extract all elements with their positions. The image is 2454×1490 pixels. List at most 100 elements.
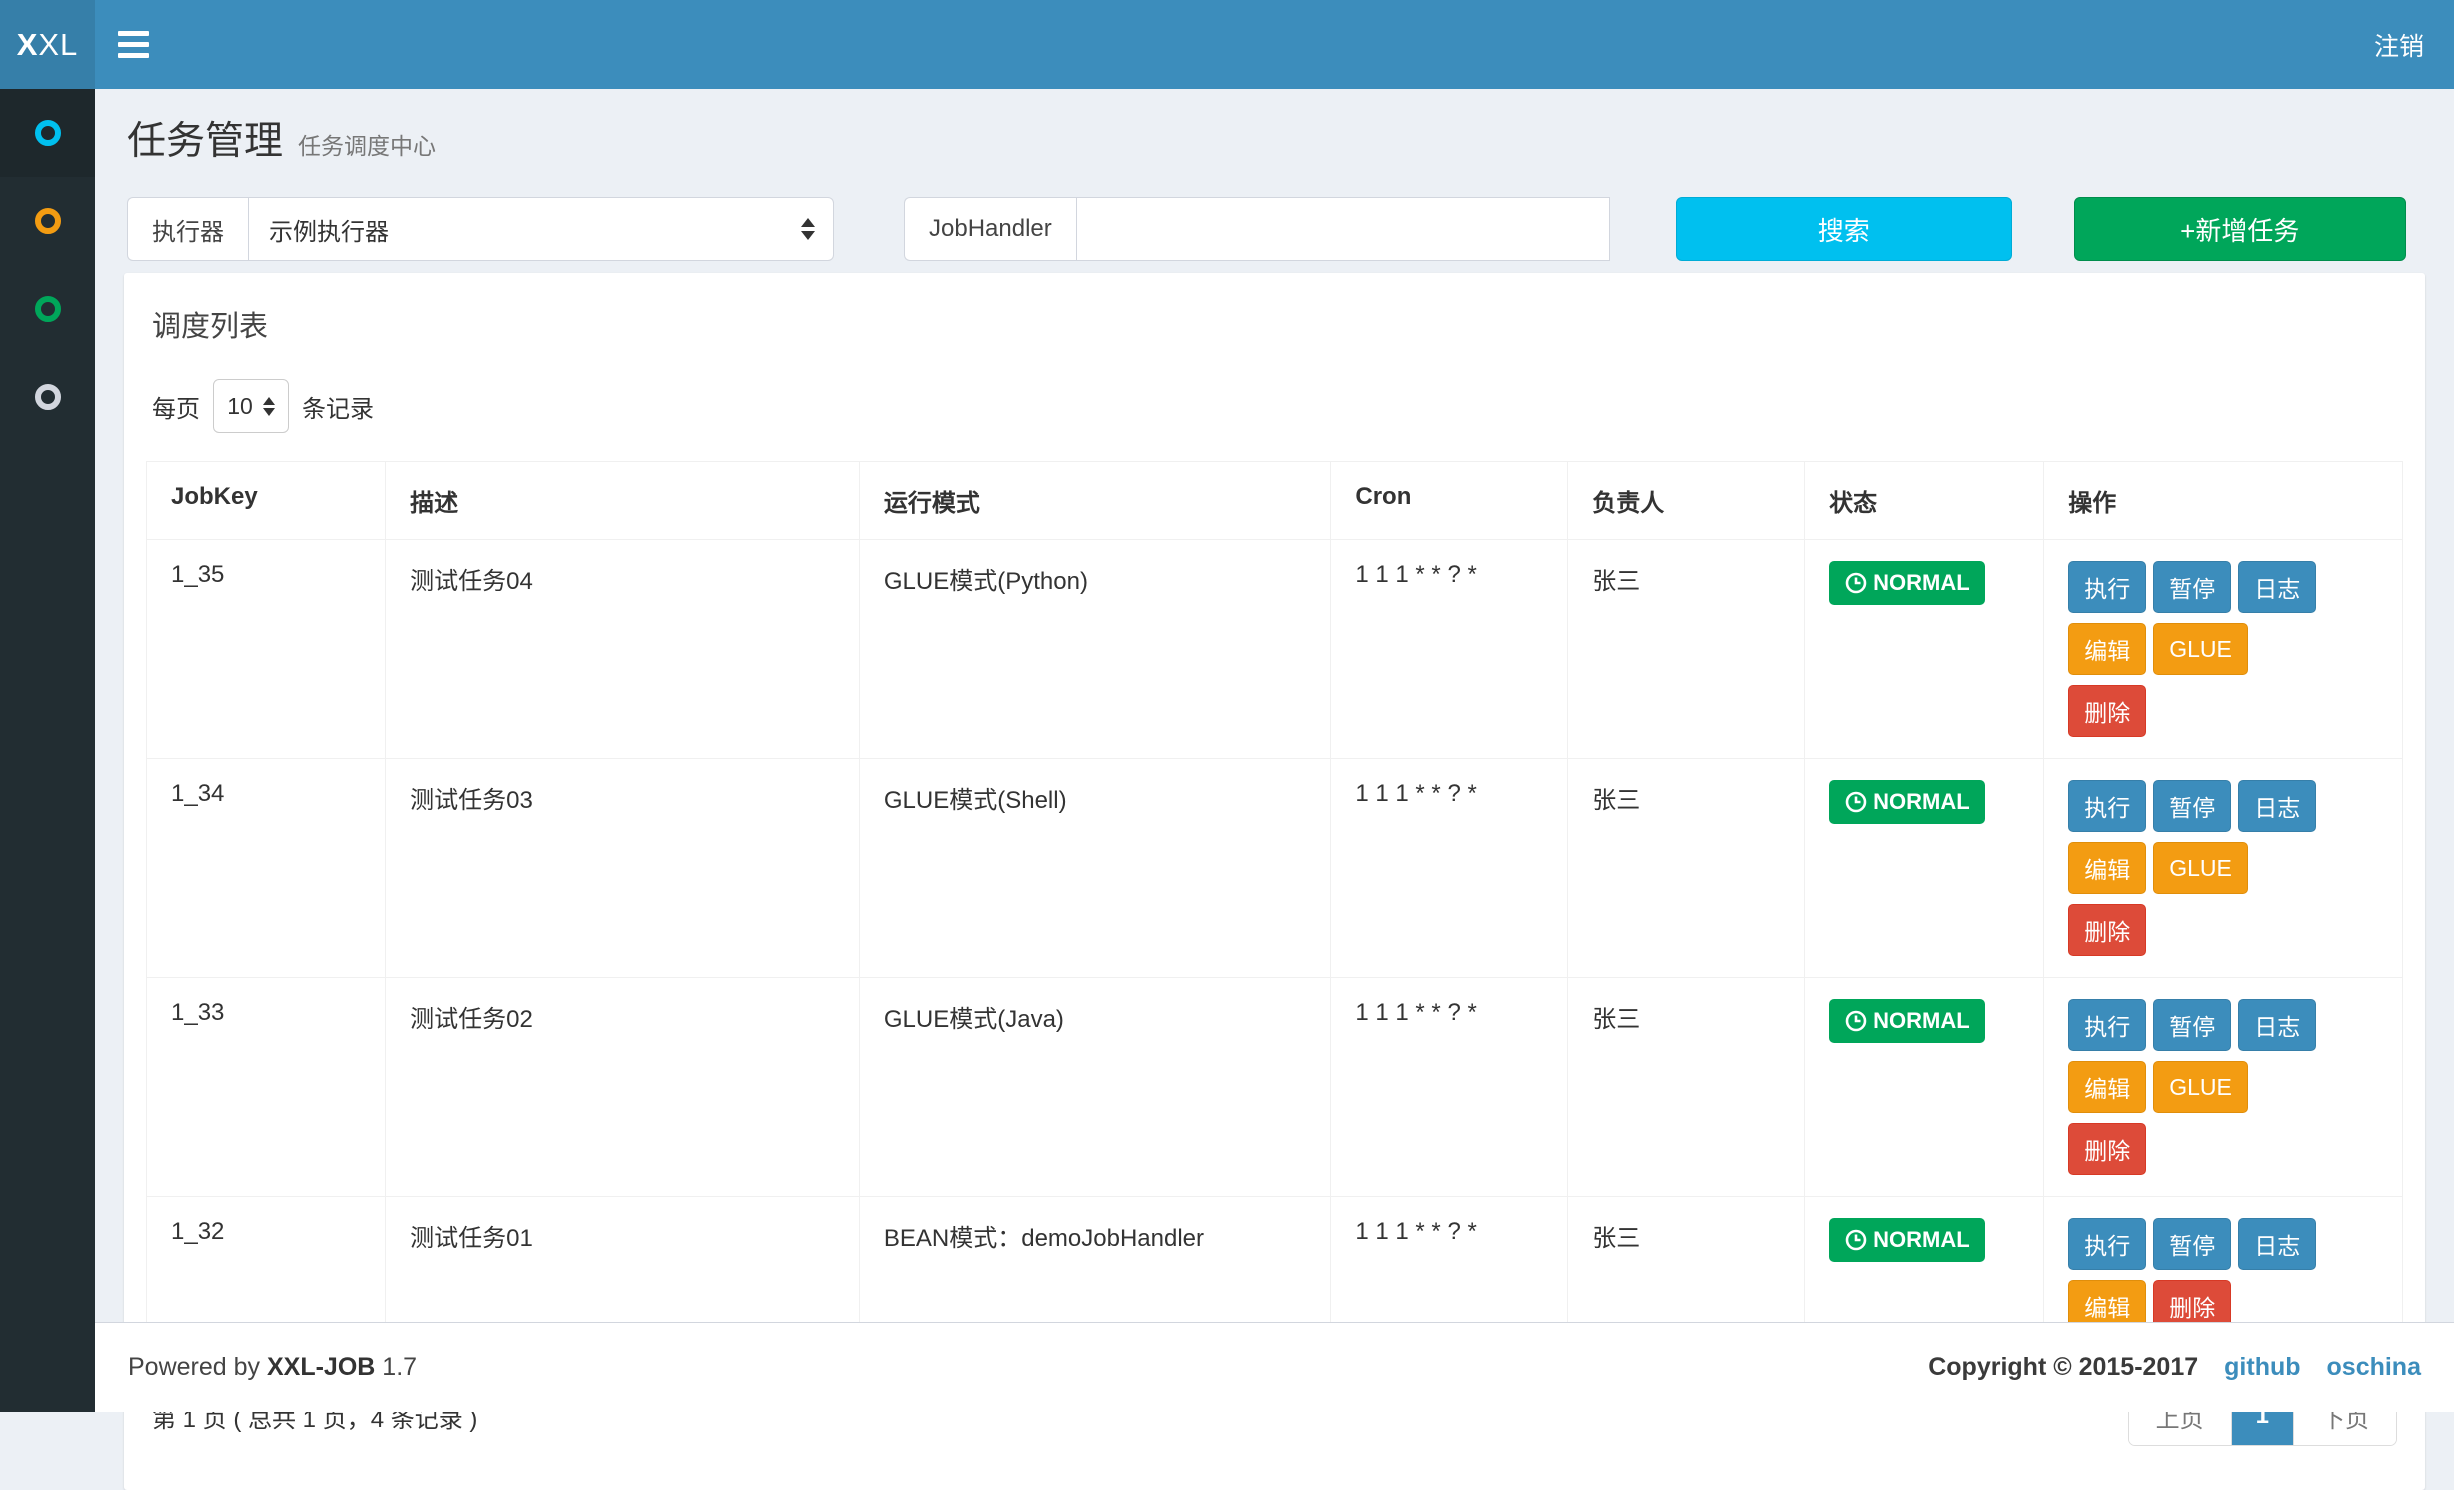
status-badge: NORMAL — [1829, 999, 1985, 1043]
sidebar-item-3[interactable] — [0, 265, 95, 353]
pause-button[interactable]: 暂停 — [2153, 561, 2231, 613]
page-subtitle: 任务调度中心 — [298, 127, 436, 161]
pause-button[interactable]: 暂停 — [2153, 999, 2231, 1051]
edit-button[interactable]: 编辑 — [2068, 623, 2146, 675]
log-button[interactable]: 日志 — [2238, 1218, 2316, 1270]
jobhandler-label: JobHandler — [904, 197, 1076, 261]
glue-button[interactable]: GLUE — [2153, 623, 2248, 675]
page-footer: Powered by XXL-JOB 1.7 Copyright © 2015-… — [95, 1322, 2454, 1412]
panel-title: 调度列表 — [124, 273, 2425, 345]
status-badge: NORMAL — [1829, 1218, 1985, 1262]
page-size-select[interactable]: 10 — [213, 379, 289, 433]
pause-button[interactable]: 暂停 — [2153, 1218, 2231, 1270]
logo-text: XL — [38, 27, 78, 63]
sidebar-item-1[interactable] — [0, 89, 95, 177]
edit-button[interactable]: 编辑 — [2068, 842, 2146, 894]
status-text: NORMAL — [1873, 1227, 1970, 1253]
menu-bar — [118, 31, 149, 36]
action-buttons: 执行 暂停 日志 编辑 GLUE 删除 — [2068, 561, 2320, 737]
table-row: 1_33 测试任务02 GLUE模式(Java) 1 1 1 * * ? * 张… — [147, 978, 2403, 1197]
sidebar-item-4[interactable] — [0, 353, 95, 441]
status-text: NORMAL — [1873, 1008, 1970, 1034]
delete-button[interactable]: 删除 — [2068, 904, 2146, 956]
oschina-link[interactable]: oschina — [2327, 1353, 2421, 1382]
cell-description: 测试任务03 — [386, 759, 860, 978]
cell-cron: 1 1 1 * * ? * — [1331, 540, 1568, 759]
logout-link[interactable]: 注销 — [2344, 0, 2454, 89]
action-buttons: 执行 暂停 日志 编辑 GLUE 删除 — [2068, 780, 2320, 956]
product-name: XXL-JOB — [267, 1353, 375, 1381]
log-button[interactable]: 日志 — [2238, 999, 2316, 1051]
action-buttons: 执行 暂停 日志 编辑 删除 — [2068, 1218, 2320, 1332]
clock-icon — [1844, 1009, 1868, 1033]
executor-filter-group: 执行器 示例执行器 — [127, 197, 834, 261]
sidebar-item-2[interactable] — [0, 177, 95, 265]
executor-label: 执行器 — [127, 197, 248, 261]
action-buttons: 执行 暂停 日志 编辑 GLUE 删除 — [2068, 999, 2320, 1175]
page-size-prefix: 每页 — [152, 389, 200, 424]
main-content: 任务管理 任务调度中心 执行器 示例执行器 JobHandler 搜索 +新增任… — [95, 89, 2454, 1490]
jobhandler-input[interactable] — [1076, 197, 1610, 261]
github-link[interactable]: github — [2224, 1353, 2300, 1382]
col-cron: Cron — [1331, 462, 1568, 540]
clock-icon — [1844, 1228, 1868, 1252]
cell-jobkey: 1_33 — [147, 978, 386, 1197]
cell-actions: 执行 暂停 日志 编辑 GLUE 删除 — [2044, 759, 2403, 978]
pause-button[interactable]: 暂停 — [2153, 780, 2231, 832]
cell-status: NORMAL — [1805, 759, 2044, 978]
footer-right: Copyright © 2015-2017 github oschina — [1928, 1353, 2421, 1382]
jobs-table: JobKey 描述 运行模式 Cron 负责人 状态 操作 1_35 测试任务0… — [146, 461, 2403, 1354]
cell-cron: 1 1 1 * * ? * — [1331, 759, 1568, 978]
executor-select[interactable]: 示例执行器 — [248, 197, 834, 261]
cell-actions: 执行 暂停 日志 编辑 GLUE 删除 — [2044, 978, 2403, 1197]
col-description: 描述 — [386, 462, 860, 540]
col-actions: 操作 — [2044, 462, 2403, 540]
glue-button[interactable]: GLUE — [2153, 1061, 2248, 1113]
table-row: 1_35 测试任务04 GLUE模式(Python) 1 1 1 * * ? *… — [147, 540, 2403, 759]
status-badge: NORMAL — [1829, 780, 1985, 824]
glue-button[interactable]: GLUE — [2153, 842, 2248, 894]
page-title-text: 任务管理 — [127, 117, 283, 167]
delete-button[interactable]: 删除 — [2068, 685, 2146, 737]
execute-button[interactable]: 执行 — [2068, 1218, 2146, 1270]
content-header: 任务管理 任务调度中心 执行器 示例执行器 JobHandler 搜索 +新增任… — [124, 89, 2425, 261]
cell-status: NORMAL — [1805, 540, 2044, 759]
search-button[interactable]: 搜索 — [1676, 197, 2012, 261]
cell-actions: 执行 暂停 日志 编辑 GLUE 删除 — [2044, 540, 2403, 759]
col-status: 状态 — [1805, 462, 2044, 540]
execute-button[interactable]: 执行 — [2068, 780, 2146, 832]
table-row: 1_34 测试任务03 GLUE模式(Shell) 1 1 1 * * ? * … — [147, 759, 2403, 978]
cell-owner: 张三 — [1568, 978, 1805, 1197]
circle-icon — [35, 384, 61, 410]
add-job-button[interactable]: +新增任务 — [2074, 197, 2406, 261]
delete-button[interactable]: 删除 — [2068, 1123, 2146, 1175]
execute-button[interactable]: 执行 — [2068, 999, 2146, 1051]
cell-status: NORMAL — [1805, 978, 2044, 1197]
col-owner: 负责人 — [1568, 462, 1805, 540]
circle-icon — [35, 296, 61, 322]
powered-prefix: Powered by — [128, 1353, 260, 1381]
page-title: 任务管理 任务调度中心 — [127, 117, 2422, 167]
powered-by: Powered by XXL-JOB 1.7 — [128, 1353, 417, 1382]
cell-owner: 张三 — [1568, 540, 1805, 759]
cell-owner: 张三 — [1568, 759, 1805, 978]
log-button[interactable]: 日志 — [2238, 780, 2316, 832]
executor-selected-value: 示例执行器 — [269, 212, 389, 247]
edit-button[interactable]: 编辑 — [2068, 1061, 2146, 1113]
page-size-suffix: 条记录 — [302, 389, 374, 424]
menu-toggle-icon[interactable] — [95, 0, 171, 89]
filter-bar: 执行器 示例执行器 JobHandler 搜索 +新增任务 — [127, 197, 2422, 261]
status-text: NORMAL — [1873, 570, 1970, 596]
schedule-list-panel: 调度列表 每页 10 条记录 JobKey 描述 运行模式 Cron 负责人 — [124, 273, 2425, 1490]
log-button[interactable]: 日志 — [2238, 561, 2316, 613]
top-navbar: XXL 注销 — [0, 0, 2454, 89]
cell-runmode: GLUE模式(Java) — [859, 978, 1331, 1197]
page-size-value: 10 — [227, 393, 253, 420]
cell-description: 测试任务02 — [386, 978, 860, 1197]
jobhandler-filter-group: JobHandler — [904, 197, 1610, 261]
navbar-body: 注销 — [95, 0, 2454, 89]
execute-button[interactable]: 执行 — [2068, 561, 2146, 613]
cell-runmode: GLUE模式(Shell) — [859, 759, 1331, 978]
menu-bar — [118, 42, 149, 47]
clock-icon — [1844, 571, 1868, 595]
